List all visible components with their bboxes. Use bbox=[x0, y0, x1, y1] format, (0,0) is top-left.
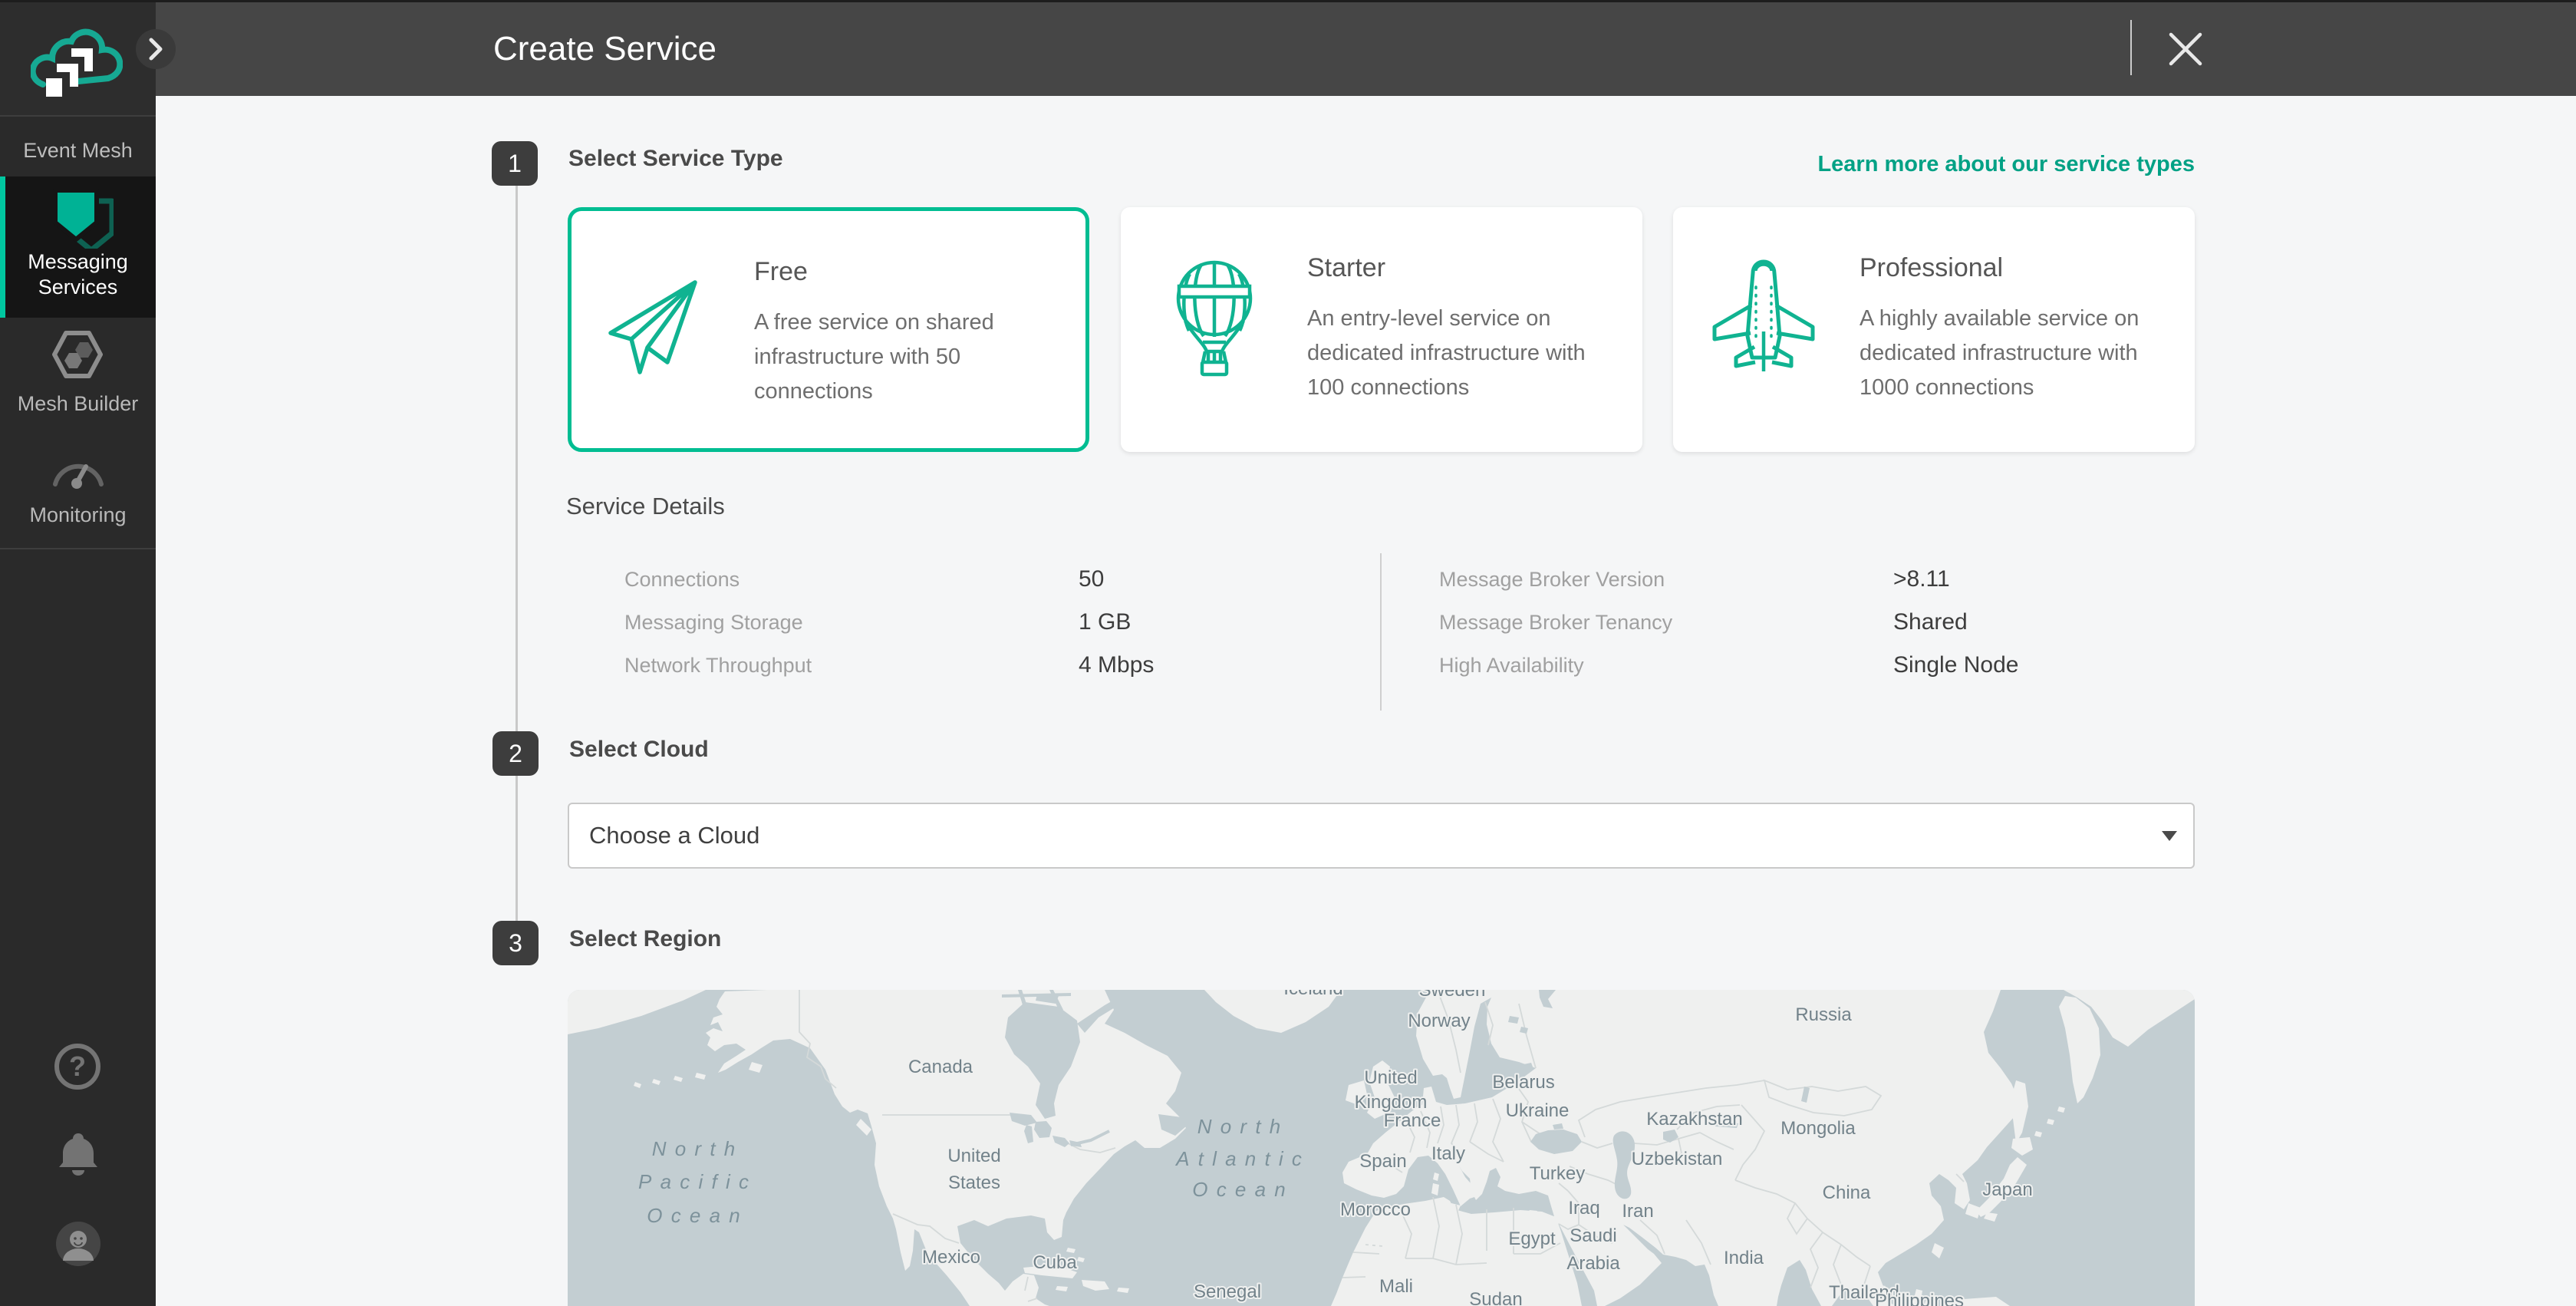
svg-text:United: United bbox=[1364, 1067, 1417, 1088]
svg-text:O c e a n: O c e a n bbox=[1192, 1178, 1287, 1201]
svg-text:Canada: Canada bbox=[908, 1057, 973, 1077]
svg-text:Mongolia: Mongolia bbox=[1780, 1118, 1856, 1139]
svg-text:Spain: Spain bbox=[1359, 1151, 1406, 1172]
svg-text:Arabia: Arabia bbox=[1566, 1253, 1620, 1274]
svg-text:O c e a n: O c e a n bbox=[647, 1204, 742, 1227]
svg-text:Cuba: Cuba bbox=[1033, 1252, 1077, 1273]
svg-text:Kazakhstan: Kazakhstan bbox=[1646, 1109, 1742, 1130]
svg-text:Russia: Russia bbox=[1795, 1004, 1852, 1025]
svg-text:Japan: Japan bbox=[1982, 1179, 2032, 1200]
svg-text:N o r t h: N o r t h bbox=[1197, 1115, 1282, 1138]
svg-text:Belarus: Belarus bbox=[1492, 1072, 1554, 1093]
svg-text:France: France bbox=[1384, 1110, 1441, 1131]
svg-text:?: ? bbox=[69, 1050, 86, 1082]
svg-text:United: United bbox=[947, 1146, 1000, 1166]
svg-text:Philippines: Philippines bbox=[1875, 1291, 1964, 1306]
svg-text:Uzbekistan: Uzbekistan bbox=[1632, 1149, 1723, 1169]
svg-text:Kingdom: Kingdom bbox=[1355, 1092, 1428, 1113]
svg-text:Saudi: Saudi bbox=[1570, 1225, 1616, 1246]
svg-text:States: States bbox=[948, 1172, 1000, 1193]
svg-text:A t l a n t i c: A t l a n t i c bbox=[1174, 1147, 1303, 1170]
svg-text:Morocco: Morocco bbox=[1340, 1199, 1411, 1220]
svg-text:Egypt: Egypt bbox=[1508, 1228, 1556, 1249]
svg-text:Sudan: Sudan bbox=[1469, 1289, 1522, 1306]
svg-text:Mexico: Mexico bbox=[922, 1247, 980, 1268]
svg-text:Mali: Mali bbox=[1379, 1276, 1413, 1297]
svg-text:Turkey: Turkey bbox=[1530, 1163, 1585, 1184]
svg-text:Senegal: Senegal bbox=[1194, 1281, 1261, 1302]
svg-text:Iceland: Iceland bbox=[1283, 990, 1342, 999]
svg-text:Iraq: Iraq bbox=[1568, 1198, 1599, 1219]
svg-text:China: China bbox=[1823, 1182, 1871, 1203]
svg-text:N o r t h: N o r t h bbox=[652, 1137, 736, 1160]
svg-text:Italy: Italy bbox=[1431, 1143, 1465, 1164]
svg-text:Iran: Iran bbox=[1622, 1201, 1653, 1222]
svg-text:India: India bbox=[1724, 1248, 1764, 1268]
svg-text:Sweden: Sweden bbox=[1419, 990, 1486, 1001]
svg-text:Norway: Norway bbox=[1408, 1011, 1470, 1031]
svg-text:P a c i f i c: P a c i f i c bbox=[638, 1170, 750, 1193]
svg-text:Ukraine: Ukraine bbox=[1506, 1100, 1570, 1121]
